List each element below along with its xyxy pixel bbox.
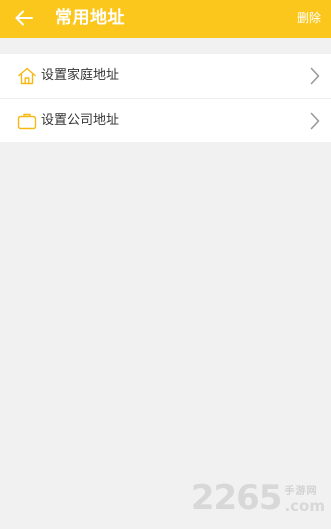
arrow-left-icon [15,10,33,26]
delete-button[interactable]: 删除 [297,9,321,27]
page-title: 常用地址 [55,8,125,28]
watermark-text: 手游网 .com [284,486,325,515]
watermark-suffix: .com [284,497,325,515]
set-home-address-row[interactable]: 设置家庭地址 [0,54,331,98]
back-button[interactable] [9,4,39,32]
set-home-address-label: 设置家庭地址 [41,68,120,83]
chevron-right-icon [309,111,321,131]
home-icon [16,65,38,87]
address-list: 设置家庭地址 设置公司地址 [0,54,331,142]
set-company-address-row[interactable]: 设置公司地址 [0,98,331,142]
site-watermark: 2265 手游网 .com [191,481,325,515]
watermark-number: 2265 [190,478,283,518]
chevron-right-icon [309,66,321,86]
briefcase-icon [16,110,38,132]
app-header: 常用地址 删除 [0,0,331,38]
set-company-address-label: 设置公司地址 [41,113,120,128]
